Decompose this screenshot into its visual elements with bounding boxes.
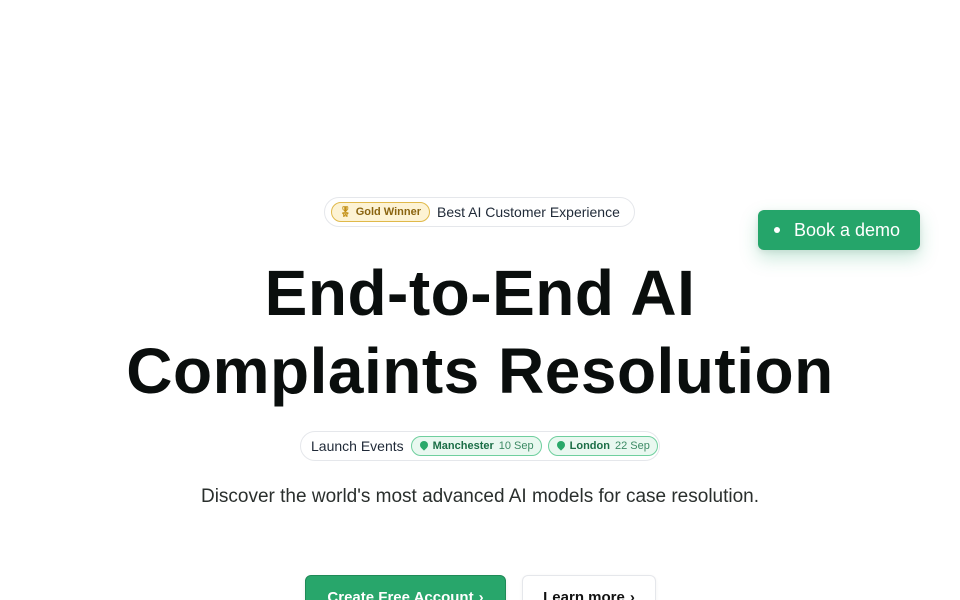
learn-more-button[interactable]: Learn more › — [522, 575, 656, 600]
location-pin-icon — [420, 441, 428, 451]
chevron-right-icon: › — [478, 589, 484, 600]
launch-events-pill: Launch Events Manchester 10 Sep London 2… — [300, 431, 660, 461]
medal-icon: 🎖 — [339, 206, 352, 218]
location-pin-icon — [557, 441, 565, 451]
gold-winner-badge: 🎖 Gold Winner — [331, 202, 430, 222]
event-chip-london[interactable]: London 22 Sep — [547, 436, 658, 456]
book-demo-button[interactable]: Book a demo — [758, 210, 920, 250]
hero-subtitle: Discover the world's most advanced AI mo… — [200, 486, 760, 507]
event-date: 10 Sep — [498, 440, 534, 452]
event-date: 22 Sep — [614, 440, 650, 452]
create-account-label: Create Free Account — [327, 589, 474, 600]
event-city: London — [569, 440, 610, 452]
award-text: Best AI Customer Experience — [437, 204, 620, 220]
event-city: Manchester — [432, 440, 494, 452]
award-pill: 🎖 Gold Winner Best AI Customer Experienc… — [324, 197, 635, 227]
page-title-line-2: Complaints Resolution — [126, 335, 834, 407]
create-account-button[interactable]: Create Free Account › — [305, 575, 506, 600]
page-title-line-1: End-to-End AI — [264, 257, 696, 329]
launch-events-label: Launch Events — [311, 438, 404, 454]
book-demo-label: Book a demo — [794, 219, 901, 240]
dot-icon — [774, 227, 780, 233]
chevron-right-icon: › — [629, 589, 635, 600]
event-chip-manchester[interactable]: Manchester 10 Sep — [410, 436, 542, 456]
learn-more-label: Learn more — [543, 589, 625, 600]
page-title: End-to-End AI Complaints Resolution — [0, 254, 960, 410]
gold-winner-label: Gold Winner — [355, 206, 421, 218]
hero-section: 🎖 Gold Winner Best AI Customer Experienc… — [0, 0, 960, 600]
